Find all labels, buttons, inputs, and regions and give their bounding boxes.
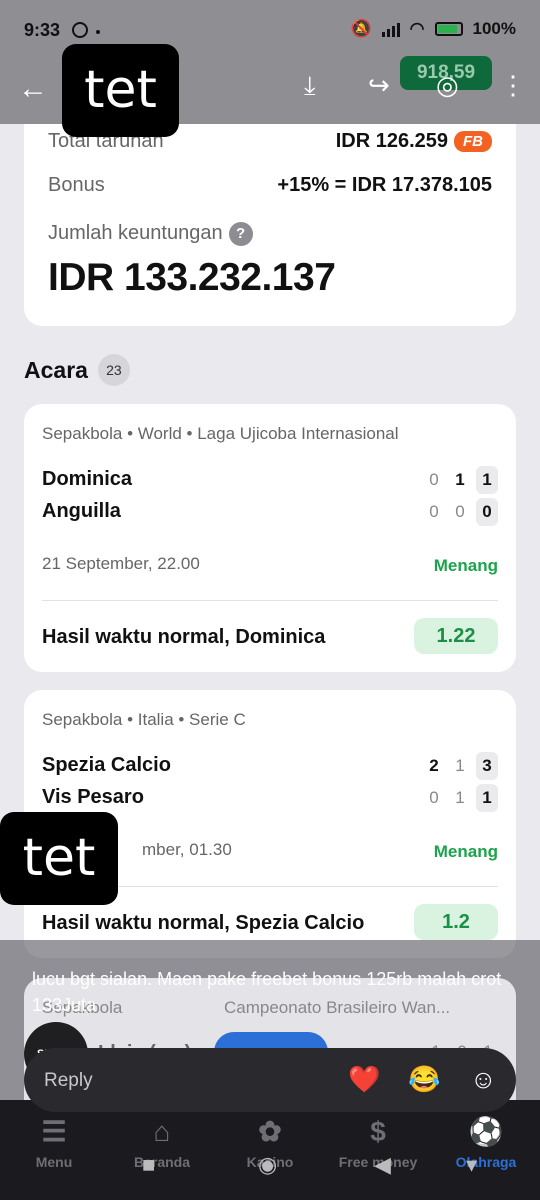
- bet-market: Hasil waktu normal, Dominica: [42, 626, 326, 648]
- reply-input[interactable]: Reply: [44, 1070, 93, 1092]
- bonus-label: Bonus: [48, 174, 105, 196]
- nav-item-sports[interactable]: ⚽ Olahraga: [436, 1110, 536, 1170]
- team-away-scores: 0 1 1: [424, 784, 498, 812]
- odds-badge: 1.22: [414, 618, 498, 654]
- score-total: 3: [476, 752, 498, 780]
- event-date: mber, 01.30: [142, 840, 232, 859]
- battery-percent: 100%: [472, 19, 516, 38]
- event-league: Sepakbola • World • Laga Ujicoba Interna…: [42, 424, 399, 443]
- profit-amount: IDR 133.232.137: [48, 256, 336, 299]
- nav-label: Menu: [35, 1154, 73, 1170]
- team-home-scores: 2 1 3: [424, 752, 498, 780]
- system-back-icon[interactable]: ◀: [374, 1152, 391, 1178]
- score-cell: 1: [455, 756, 465, 775]
- help-icon[interactable]: ?: [228, 222, 253, 246]
- dollar-icon: $: [370, 1116, 386, 1147]
- score-total: 0: [476, 498, 498, 526]
- event-date: 21 September, 22.00: [42, 554, 200, 573]
- mute-icon: 🔕: [350, 19, 372, 38]
- score-total: 1: [476, 784, 498, 812]
- menu-icon: ☰: [41, 1116, 67, 1147]
- sticker-text-top[interactable]: tet: [62, 44, 179, 137]
- bet-status: Menang: [433, 842, 498, 861]
- team-home-scores: 0 1 1: [424, 466, 498, 494]
- profit-label: Jumlah keuntungan: [48, 222, 223, 244]
- score-cell: 1: [455, 470, 465, 489]
- team-away: Vis Pesaro: [42, 786, 144, 808]
- team-away-scores: 0 0 0: [424, 498, 498, 526]
- nav-item-home[interactable]: ⌂ Beranda: [112, 1110, 212, 1170]
- recents-icon[interactable]: ■: [142, 1152, 155, 1178]
- home-icon: ⌂: [153, 1116, 171, 1147]
- add-sticker-icon[interactable]: ◎: [436, 70, 459, 101]
- team-home: Spezia Calcio: [42, 754, 171, 776]
- event-league: Sepakbola • Italia • Serie C: [42, 710, 246, 729]
- score-total: 1: [476, 466, 498, 494]
- bet-status: Menang: [433, 556, 498, 575]
- story-caption: lucu bgt sialan. Maen pake freebet bonus…: [32, 969, 502, 1015]
- score-cell: 0: [455, 502, 465, 521]
- team-home: Dominica: [42, 468, 133, 490]
- score-cell: 0: [429, 788, 439, 807]
- events-count-badge: 23: [97, 354, 130, 386]
- notification-dot-icon: [96, 30, 100, 34]
- keyboard-hide-icon[interactable]: ▾: [466, 1152, 477, 1178]
- download-icon[interactable]: ⤓: [304, 70, 316, 102]
- back-arrow-icon[interactable]: ←: [18, 72, 48, 106]
- status-time: 9:33: [24, 20, 61, 40]
- score-cell: 1: [455, 788, 465, 807]
- bottom-navigation: ☰ Menu ⌂ Beranda ✿ Kasino $ Free money ⚽…: [0, 1100, 540, 1200]
- bet-market: Hasil waktu normal, Spezia Calcio: [42, 912, 365, 934]
- profit-label-row: Jumlah keuntungan ?: [48, 222, 492, 246]
- reply-bar[interactable]: Reply ❤️ 😂 ☺: [24, 1048, 516, 1112]
- odds-badge: 1.2: [414, 904, 498, 940]
- share-icon[interactable]: ↪: [368, 70, 390, 101]
- events-title: Acara: [24, 356, 88, 383]
- battery-icon: [434, 22, 463, 36]
- bonus-row: Bonus +15% = IDR 17.378.105: [48, 174, 492, 197]
- team-away: Anguilla: [42, 500, 121, 522]
- heart-reaction-icon[interactable]: ❤️: [348, 1064, 380, 1095]
- divider: [42, 600, 498, 601]
- freebet-badge: FB: [454, 131, 492, 152]
- home-circle-icon[interactable]: ◉: [258, 1152, 277, 1178]
- more-options-icon[interactable]: ⋮: [500, 70, 526, 101]
- wifi-icon: ◠: [409, 19, 425, 38]
- signal-icon: [381, 21, 400, 37]
- sticker-text-middle[interactable]: tet: [0, 812, 118, 905]
- score-cell: 0: [429, 502, 439, 521]
- event-card[interactable]: Sepakbola • World • Laga Ujicoba Interna…: [24, 404, 516, 672]
- score-cell: 2: [429, 756, 439, 775]
- nav-item-menu[interactable]: ☰ Menu: [4, 1110, 104, 1170]
- casino-chip-icon: ✿: [258, 1116, 282, 1147]
- nav-label: Olahraga: [455, 1154, 517, 1170]
- add-reaction-icon[interactable]: ☺: [470, 1064, 497, 1095]
- events-heading: Acara 23: [24, 354, 130, 386]
- bonus-value: +15% = IDR 17.378.105: [277, 174, 492, 196]
- soccer-ball-icon: ⚽: [468, 1116, 504, 1147]
- total-stake-value: IDR 126.259: [335, 130, 448, 152]
- score-cell: 0: [429, 470, 439, 489]
- laugh-reaction-icon[interactable]: 😂: [408, 1064, 440, 1095]
- status-icons: 🔕 ◠ 100%: [351, 19, 517, 39]
- messenger-icon: [72, 22, 88, 38]
